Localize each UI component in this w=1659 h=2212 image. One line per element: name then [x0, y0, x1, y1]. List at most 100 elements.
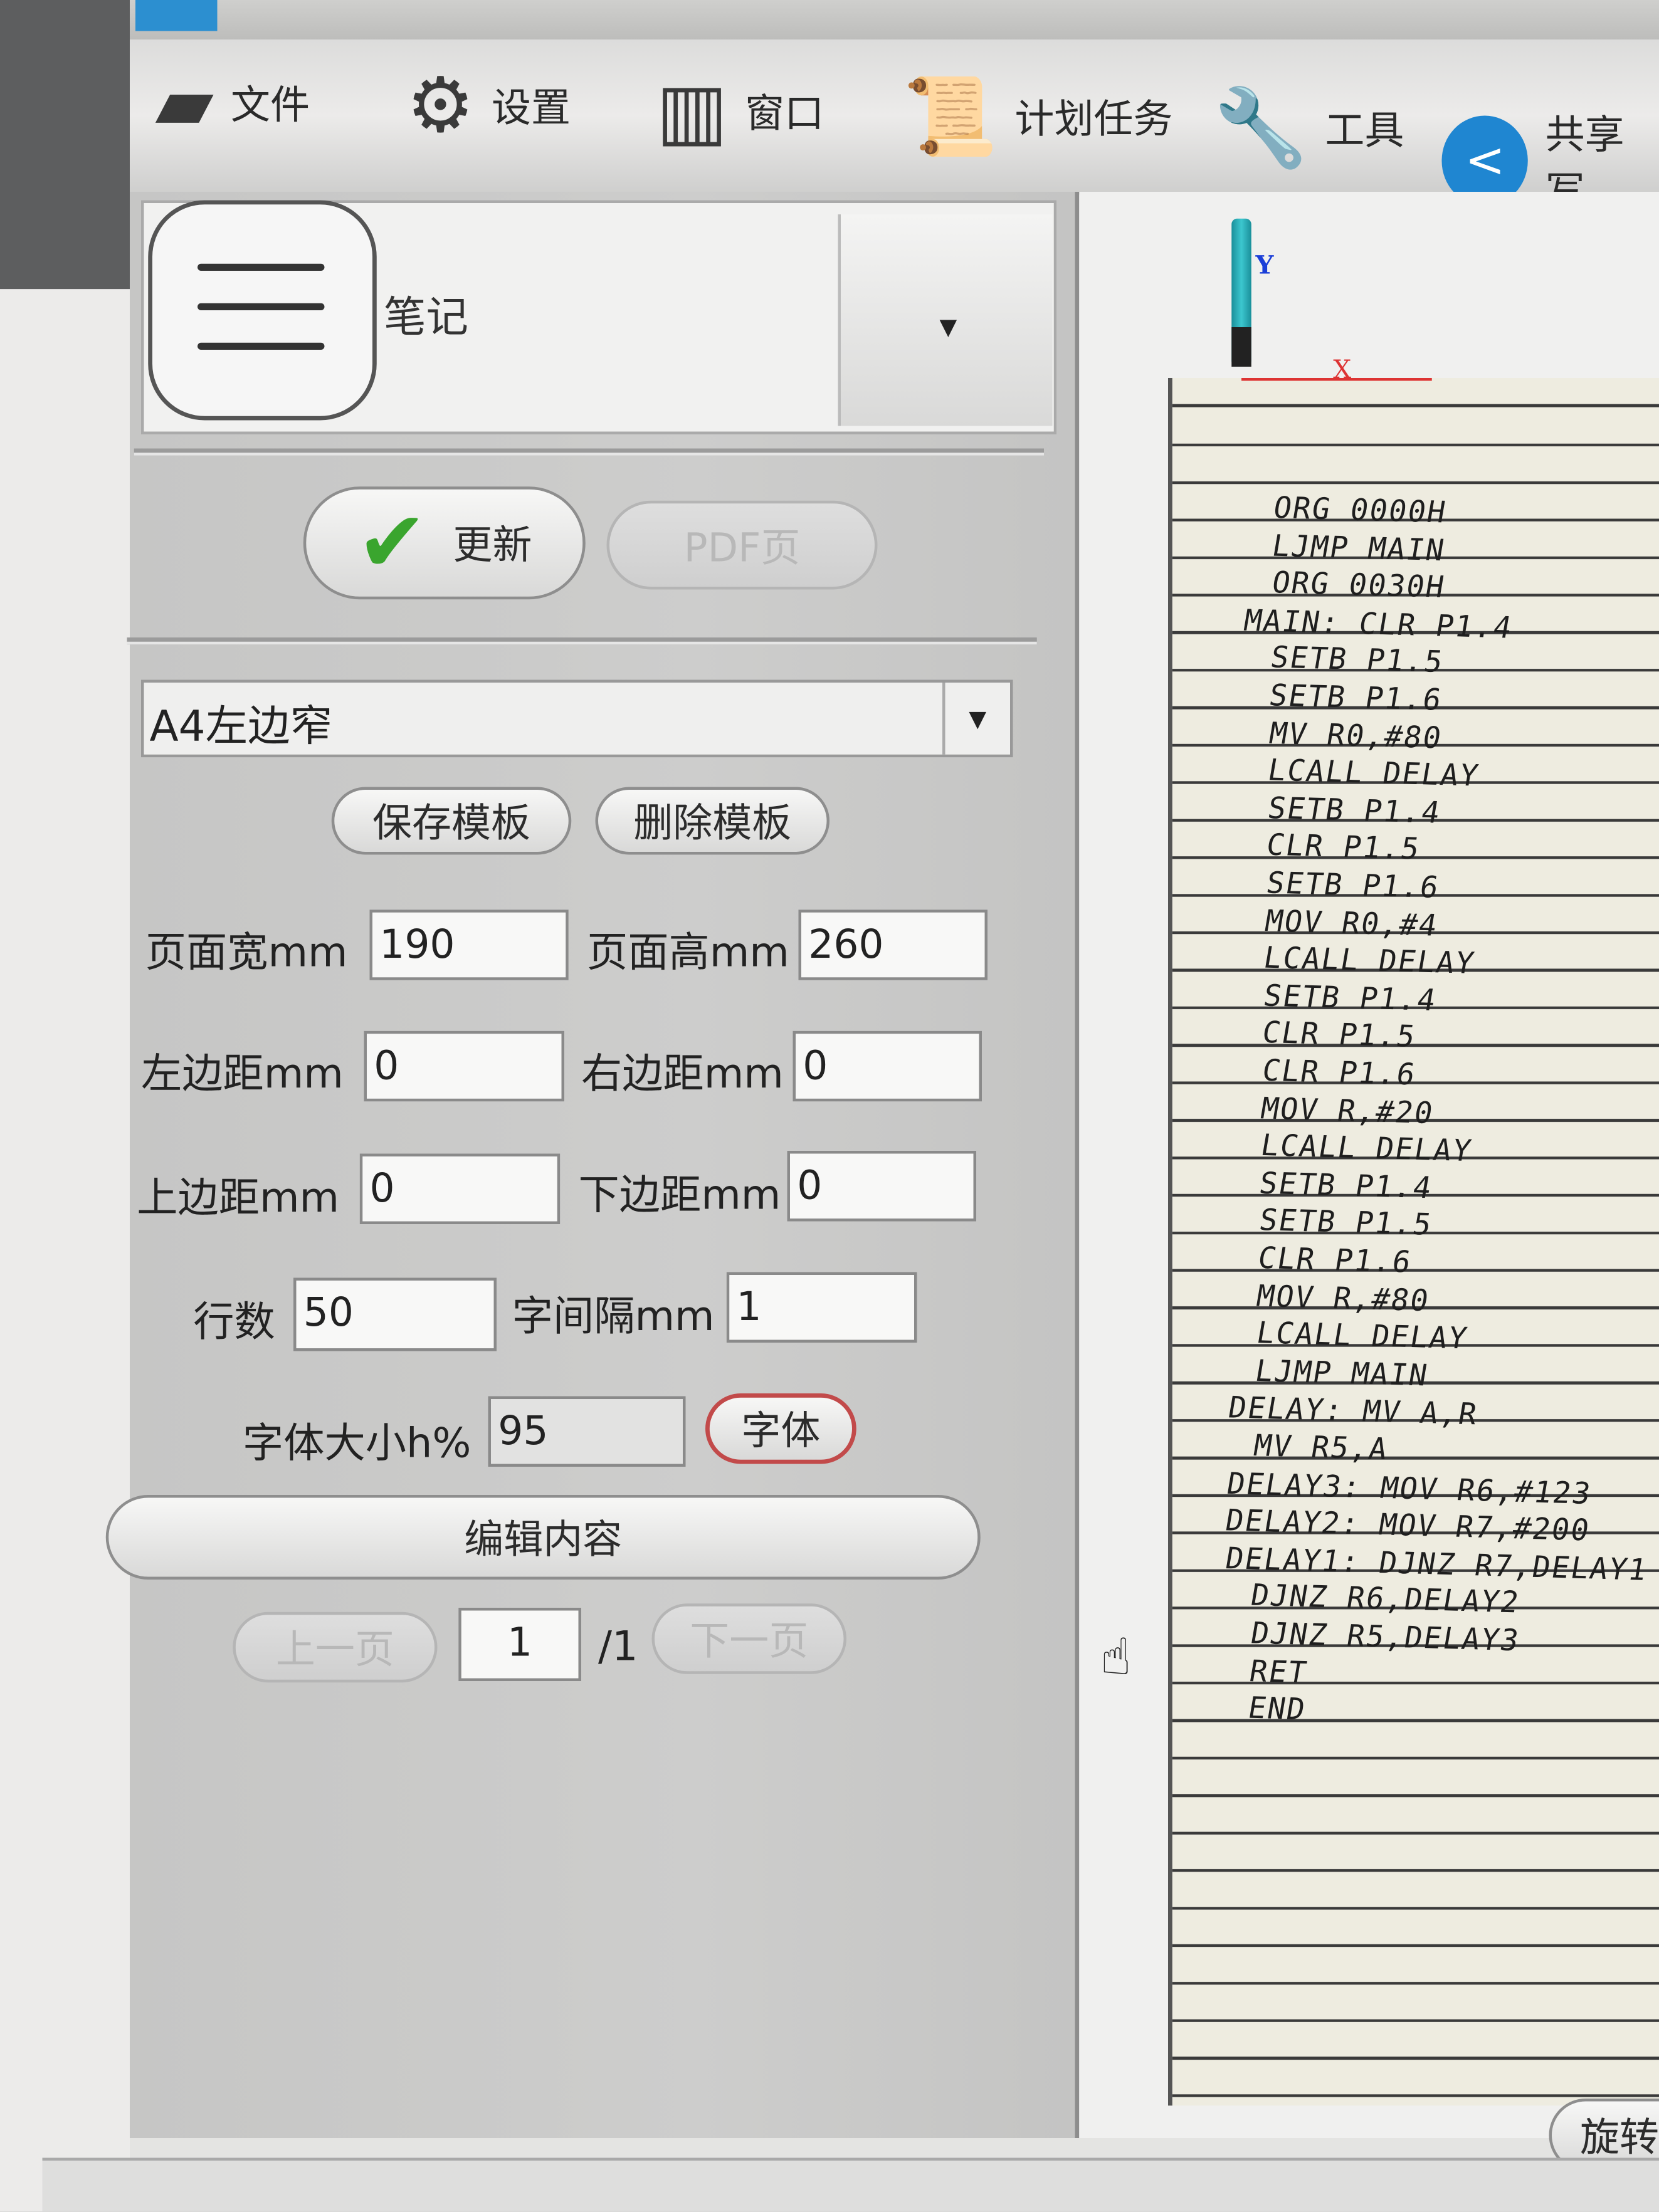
handwritten-line: MV R5,A — [1251, 1428, 1392, 1467]
page-total: /1 — [598, 1622, 638, 1670]
toolbar-label: 工具 — [1325, 107, 1404, 154]
toolbar: ▰ 文件 ⚙ 设置 ▥ 窗口 📜 计划任务 🔧 工具 < 共享写 — [130, 39, 1659, 214]
toolbar-window[interactable]: ▥ 窗口 — [656, 73, 824, 150]
rotate-label: 旋转 — [1580, 2114, 1659, 2161]
toolbar-label: 窗口 — [745, 90, 824, 137]
folder-icon: ▰ — [155, 58, 214, 147]
gear-icon: ⚙ — [406, 60, 475, 150]
handwritten-line: MOV R,#20 — [1258, 1091, 1437, 1130]
handwritten-line: SETB P1.4 — [1261, 978, 1440, 1017]
handwritten-line: LJMP MAIN — [1253, 1353, 1431, 1393]
handwritten-line: LCALL DELAY — [1253, 1316, 1471, 1356]
handwritten-line: LCALL DELAY — [1258, 1128, 1475, 1168]
page-height-label: 页面高mm — [587, 928, 789, 977]
next-page-label: 下一页 — [690, 1617, 809, 1664]
save-template-label: 保存模板 — [372, 799, 530, 846]
font-size-input[interactable]: 95 — [488, 1396, 686, 1467]
hamburger-icon — [198, 303, 325, 310]
char-spacing-input[interactable]: 1 — [726, 1272, 917, 1343]
page-width-input[interactable]: 190 — [369, 909, 569, 980]
y-axis-label: Y — [1255, 251, 1274, 281]
check-icon: ✔ — [356, 493, 428, 593]
handwritten-line: MV R0,#80 — [1266, 716, 1445, 755]
toolbar-tools[interactable]: 🔧 工具 — [1213, 90, 1404, 167]
handwritten-line: SETB P1.4 — [1265, 790, 1443, 830]
handwritten-line: SETB P1.5 — [1256, 1203, 1435, 1242]
pdf-label: PDF页 — [683, 523, 801, 571]
status-bar — [42, 2157, 1659, 2211]
margin-right-label: 右边距mm — [581, 1049, 784, 1098]
handwritten-line: SETB P1.5 — [1268, 641, 1446, 680]
next-page-button[interactable]: 下一页 — [651, 1603, 846, 1674]
handwritten-line: CLR P1.5 — [1264, 828, 1423, 867]
toolbar-file[interactable]: ▰ 文件 — [155, 58, 310, 147]
margin-bottom-input[interactable]: 0 — [787, 1151, 976, 1222]
page-width-label: 页面宽mm — [145, 928, 348, 977]
handwritten-line: SETB P1.6 — [1263, 866, 1441, 905]
margin-top-input[interactable]: 0 — [359, 1153, 561, 1224]
toolbar-label: 计划任务 — [1014, 96, 1173, 143]
desktop-background — [0, 289, 130, 2211]
handwritten-line: RET — [1246, 1654, 1310, 1689]
handwritten-line: SETB P1.4 — [1256, 1166, 1436, 1205]
edit-content-button[interactable]: 编辑内容 — [105, 1495, 981, 1580]
divider — [134, 448, 1044, 456]
handwritten-line: CLR P1.5 — [1260, 1015, 1419, 1054]
hand-cursor-icon: ☝ — [1100, 1628, 1132, 1687]
wrench-icon: 🔧 — [1213, 83, 1309, 172]
prev-page-label: 上一页 — [275, 1626, 394, 1673]
scroll-icon: 📜 — [903, 71, 998, 161]
pdf-page-button[interactable]: PDF页 — [606, 500, 878, 590]
margin-left-label: 左边距mm — [141, 1049, 344, 1098]
hamburger-icon — [198, 342, 325, 350]
handwritten-line: END — [1246, 1691, 1310, 1727]
toolbar-label: 文件 — [230, 81, 310, 128]
desktop-background — [0, 0, 130, 290]
title-bar — [130, 0, 1659, 39]
app-icon — [135, 0, 218, 31]
font-button-label: 字体 — [741, 1407, 821, 1454]
handwritten-line: SETB P1.6 — [1267, 678, 1446, 717]
dropdown-arrow-icon: ▼ — [939, 313, 957, 340]
rows-label: 行数 — [193, 1297, 275, 1346]
toolbar-label: 设置 — [491, 85, 571, 132]
x-axis-label: X — [1333, 355, 1352, 385]
divider — [127, 637, 1037, 645]
margin-left-input[interactable]: 0 — [364, 1030, 564, 1102]
edit-content-label: 编辑内容 — [464, 1516, 623, 1563]
handwritten-line: LJMP MAIN — [1270, 528, 1449, 567]
page-number-input[interactable]: 1 — [458, 1608, 581, 1681]
toolbar-scheduled-tasks[interactable]: 📜 计划任务 — [903, 71, 1173, 161]
notes-dropdown[interactable]: ▼ — [838, 214, 1053, 426]
menu-button[interactable] — [148, 200, 377, 421]
prev-page-button[interactable]: 上一页 — [233, 1612, 438, 1683]
app-window: ▰ 文件 ⚙ 设置 ▥ 窗口 📜 计划任务 🔧 工具 < 共享写 笔记 ▼ ✔ 更新 PDF页… — [0, 0, 1659, 2211]
handwritten-line: LCALL DELAY — [1265, 753, 1482, 794]
handwritten-line: ORG 0030H — [1269, 565, 1448, 605]
save-template-button[interactable]: 保存模板 — [331, 787, 572, 855]
font-button[interactable]: 字体 — [705, 1393, 856, 1464]
toolbar-settings[interactable]: ⚙ 设置 — [406, 60, 571, 150]
update-label: 更新 — [453, 522, 532, 569]
margin-right-input[interactable]: 0 — [793, 1030, 982, 1102]
update-button[interactable]: ✔ 更新 — [303, 486, 586, 600]
margin-bottom-label: 下边距mm — [578, 1170, 781, 1219]
dropdown-arrow-icon: ▼ — [942, 683, 1010, 755]
margin-top-label: 上边距mm — [137, 1173, 340, 1222]
delete-template-label: 删除模板 — [633, 799, 792, 846]
font-size-label: 字体大小h% — [243, 1418, 471, 1467]
handwritten-line: MAIN: CLR P1.4 — [1241, 603, 1516, 645]
handwritten-line: MOV R0,#4 — [1262, 903, 1441, 943]
template-selected: A4左边窄 — [149, 702, 333, 752]
char-spacing-label: 字间隔mm — [512, 1292, 715, 1340]
pen-icon — [1231, 218, 1251, 367]
page-height-input[interactable]: 260 — [798, 909, 988, 980]
handwritten-line: LCALL DELAY — [1261, 941, 1478, 981]
handwritten-line: ORG 0000H — [1271, 491, 1450, 530]
rows-input[interactable]: 50 — [293, 1277, 497, 1351]
template-select[interactable]: A4左边窄 ▼ — [141, 679, 1013, 758]
window-icon: ▥ — [656, 66, 729, 155]
notes-label: 笔记 — [384, 293, 468, 343]
handwritten-line: CLR P1.6 — [1255, 1241, 1415, 1279]
delete-template-button[interactable]: 删除模板 — [595, 787, 830, 855]
